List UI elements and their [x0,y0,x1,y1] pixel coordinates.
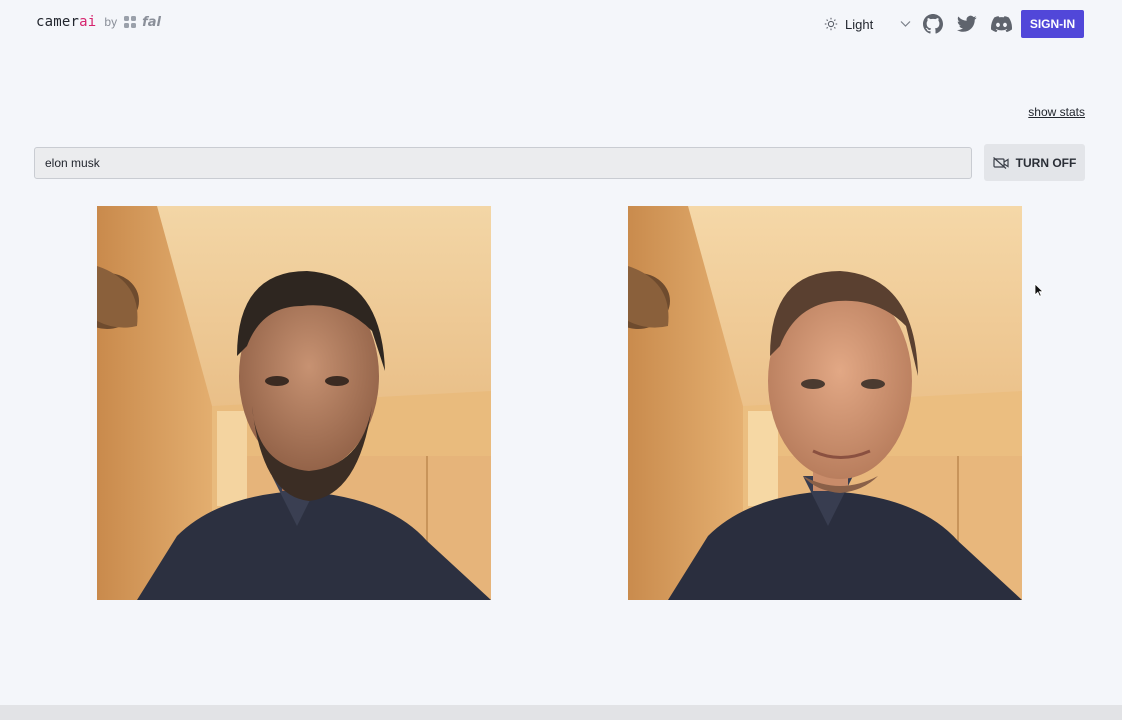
brand-logo[interactable]: camerai by fal [36,14,161,30]
twitter-icon [957,15,977,32]
theme-label: Light [845,16,874,32]
generated-frame-image [628,206,1022,600]
webcam-input-feed [97,206,491,600]
video-off-icon [992,156,1009,169]
github-link[interactable] [922,13,944,35]
show-stats-link[interactable]: show stats [1028,105,1085,119]
generated-output-feed [628,206,1022,600]
brand-by-text: by [104,15,118,29]
fal-mark-icon [124,16,137,28]
brand-name: camerai [36,14,97,30]
app-header: camerai by fal Light SIGN-IN [0,0,1122,48]
chevron-down-icon [900,20,911,28]
fal-logo[interactable]: fal [123,15,161,30]
turn-off-camera-button[interactable]: TURN OFF [984,144,1085,181]
discord-icon [990,16,1012,32]
fal-wordmark: fal [142,14,161,30]
sun-icon [824,17,838,31]
footer-bar [0,705,1122,720]
webcam-frame-image [97,206,491,600]
theme-select[interactable]: Light [824,14,911,34]
prompt-input[interactable] [34,147,972,179]
discord-link[interactable] [990,13,1012,35]
turn-off-label: TURN OFF [1015,155,1077,170]
sign-in-button[interactable]: SIGN-IN [1021,10,1084,38]
github-icon [923,14,943,34]
twitter-link[interactable] [956,13,978,35]
mouse-cursor-icon [1034,283,1044,297]
